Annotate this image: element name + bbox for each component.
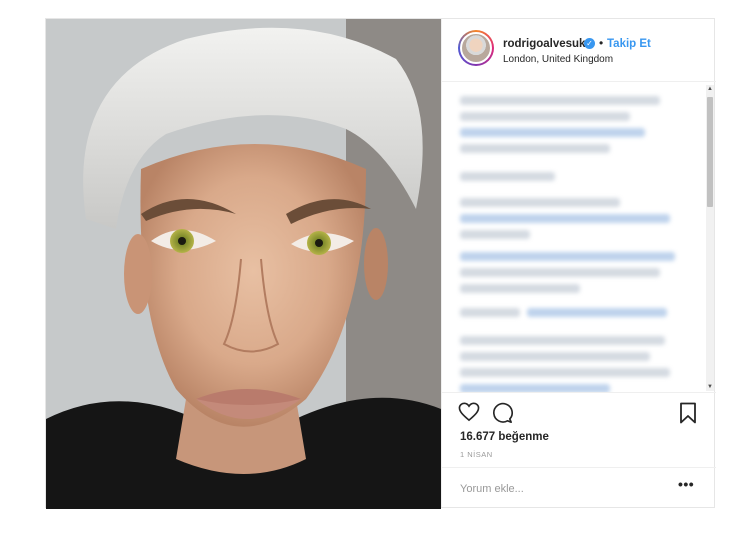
location-link[interactable]: London, United Kingdom	[503, 54, 613, 65]
blurred-comment-line	[460, 172, 555, 181]
separator-dot: •	[599, 36, 604, 50]
heart-icon[interactable]	[458, 402, 480, 427]
blurred-comment-line	[460, 384, 610, 392]
post-actions: 16.677 beğenme 1 NİSAN •••	[442, 392, 716, 508]
scroll-down-arrow-icon[interactable]: ▼	[706, 383, 714, 391]
post-header: rodrigoalvesuk ✓ • Takip Et London, Unit…	[442, 19, 716, 82]
blurred-comment-line	[460, 368, 670, 377]
more-options-icon[interactable]: •••	[678, 476, 694, 492]
blurred-comment-line	[460, 96, 660, 105]
comments-list[interactable]	[442, 82, 716, 392]
blurred-comment-line	[460, 230, 530, 239]
blurred-comment-line	[460, 112, 630, 121]
blurred-comment-line	[460, 336, 665, 345]
blurred-comment-line	[460, 268, 660, 277]
instagram-post: rodrigoalvesuk ✓ • Takip Et London, Unit…	[45, 18, 716, 509]
blurred-comment-line	[460, 352, 650, 361]
verified-badge-icon: ✓	[584, 38, 595, 49]
post-date[interactable]: 1 NİSAN	[460, 450, 493, 459]
blurred-comment-line	[460, 144, 610, 153]
avatar[interactable]	[458, 30, 494, 66]
speech-bubble-icon[interactable]	[491, 402, 513, 429]
blurred-comment-line	[527, 308, 667, 317]
post-photo[interactable]	[46, 19, 441, 509]
scroll-up-arrow-icon[interactable]: ▲	[706, 85, 714, 93]
likes-count[interactable]: 16.677 beğenme	[460, 431, 549, 443]
comment-form: •••	[442, 467, 716, 509]
username-link[interactable]: rodrigoalvesuk	[503, 38, 585, 50]
portrait-image	[46, 19, 441, 509]
post-side-panel: rodrigoalvesuk ✓ • Takip Et London, Unit…	[441, 19, 716, 507]
scrollbar-thumb[interactable]	[707, 97, 713, 207]
blurred-comment-line	[460, 198, 620, 207]
follow-button[interactable]: Takip Et	[607, 38, 651, 50]
blurred-comment-line	[460, 308, 520, 317]
blurred-comment-line	[460, 214, 670, 223]
bookmark-icon[interactable]	[679, 402, 697, 429]
comments-scrollbar[interactable]: ▲ ▼	[706, 85, 714, 391]
comment-input[interactable]	[460, 481, 660, 497]
blurred-comment-line	[460, 128, 645, 137]
blurred-comment-line	[460, 284, 580, 293]
blurred-comment-line	[460, 252, 675, 261]
